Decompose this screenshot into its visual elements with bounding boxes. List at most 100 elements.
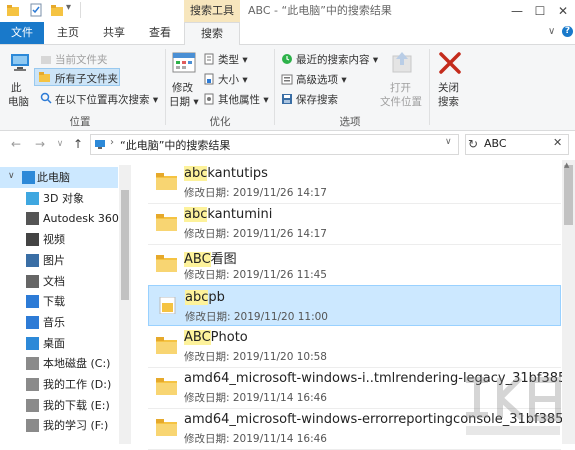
close-search-label-2[interactable]: 搜索: [438, 94, 459, 109]
sidebar-item[interactable]: 3D 对象: [0, 188, 120, 209]
close-search-icon[interactable]: [437, 50, 463, 76]
sidebar-item-label: 下载: [43, 295, 65, 309]
sidebar-item[interactable]: 桌面: [0, 333, 120, 354]
clear-search-icon[interactable]: ✕: [553, 136, 562, 149]
folder-icon: [159, 297, 176, 314]
properties-icon[interactable]: [29, 3, 43, 17]
size-button[interactable]: 大小 ▾: [218, 72, 248, 87]
video-icon: [26, 233, 39, 247]
save-search-button[interactable]: 保存搜索: [296, 92, 338, 107]
advanced-options-button[interactable]: 高级选项 ▾: [296, 72, 347, 87]
ribbon-group-divider: [165, 49, 166, 125]
collapse-ribbon-icon[interactable]: ∨: [548, 26, 555, 37]
close-window-button[interactable]: ✕: [551, 0, 575, 22]
sidebar-item[interactable]: 图片: [0, 250, 120, 271]
modified-date-label-1[interactable]: 修改: [172, 80, 193, 95]
match-highlight: ABC: [184, 330, 211, 345]
result-modified-date: 修改日期: 2019/11/20 11:00: [185, 311, 328, 323]
search-again-icon: [40, 92, 52, 104]
save-search-icon: [282, 94, 292, 104]
result-modified-date: 修改日期: 2019/11/14 16:46: [184, 392, 327, 404]
site-watermark-logo: [466, 375, 561, 435]
match-highlight: abc: [184, 207, 208, 222]
result-row[interactable]: abckantumini 修改日期: 2019/11/26 14:17: [148, 203, 561, 244]
sidebar-item[interactable]: 本地磁盘 (C:): [0, 353, 120, 374]
sidebar-item-label: 视频: [43, 233, 65, 247]
up-arrow-icon[interactable]: ↑: [70, 136, 86, 152]
ribbon-tab-bar: [0, 22, 575, 45]
sidebar-item[interactable]: 视频: [0, 229, 120, 250]
options-group-label: 选项: [339, 116, 361, 128]
result-name-rest: kantutips: [207, 166, 268, 181]
type-button[interactable]: 类型 ▾: [218, 52, 248, 67]
tab-home[interactable]: 主页: [50, 22, 86, 44]
subfolders-icon: [39, 72, 50, 82]
help-icon[interactable]: ?: [562, 26, 573, 37]
result-name: abckantumini: [184, 207, 272, 222]
tab-share[interactable]: 共享: [96, 22, 132, 44]
result-modified-date: 修改日期: 2019/11/26 14:17: [184, 187, 327, 199]
result-name-rest: Photo: [210, 330, 248, 345]
result-row[interactable]: ABC看图 修改日期: 2019/11/26 11:45: [148, 244, 561, 285]
this-pc-icon[interactable]: [8, 50, 32, 74]
breadcrumb-chevron-icon[interactable]: ›: [110, 137, 114, 148]
calendar-icon[interactable]: [171, 50, 197, 74]
folder-icon: [156, 419, 177, 436]
minimize-button[interactable]: —: [505, 0, 529, 22]
address-dropdown-icon[interactable]: ∨: [445, 137, 452, 147]
result-name-rest: 看图: [210, 252, 237, 267]
sidebar-item-label: 我的学习 (F:): [43, 419, 109, 433]
open-location-icon[interactable]: [389, 50, 415, 76]
drive-icon: [26, 398, 39, 412]
documents-icon: [26, 274, 39, 288]
tab-file[interactable]: 文件: [0, 22, 44, 44]
expand-chevron-icon[interactable]: ∨: [8, 171, 15, 181]
quick-access-dropdown-icon[interactable]: ▾: [66, 2, 71, 13]
explorer-folder-icon[interactable]: [6, 3, 20, 17]
close-search-label-1[interactable]: 关闭: [438, 80, 459, 95]
folder-icon: [156, 214, 177, 231]
result-row[interactable]: abckantutips 修改日期: 2019/11/26 14:17: [148, 162, 561, 203]
result-row[interactable]: abcpb 修改日期: 2019/11/20 11:00: [148, 285, 561, 326]
sidebar-item[interactable]: 文档: [0, 271, 120, 292]
scroll-up-icon[interactable]: ▲: [564, 161, 569, 169]
search-again-button[interactable]: 在以下位置再次搜索 ▾: [55, 92, 158, 107]
new-folder-icon[interactable]: [50, 3, 64, 17]
sidebar-item[interactable]: 下载: [0, 291, 120, 312]
tab-view[interactable]: 查看: [142, 22, 178, 44]
3d-objects-icon: [26, 191, 39, 205]
sidebar-item-label: 图片: [43, 253, 65, 267]
sidebar-item-label: 3D 对象: [43, 191, 84, 205]
refine-group-label: 优化: [209, 116, 231, 128]
drive-icon: [26, 419, 39, 433]
recent-locations-icon[interactable]: ∨: [52, 136, 68, 152]
match-highlight: abc: [185, 290, 209, 305]
other-properties-button[interactable]: 其他属性 ▾: [218, 92, 269, 107]
search-query-text[interactable]: ABC: [484, 137, 507, 150]
address-path[interactable]: “此电脑”中的搜索结果: [120, 137, 230, 153]
recent-searches-button[interactable]: 最近的搜索内容 ▾: [296, 52, 378, 67]
result-name-rest: kantumini: [207, 207, 273, 222]
sidebar-item[interactable]: Autodesk 360: [0, 208, 120, 229]
result-name: ABCPhoto: [184, 330, 248, 345]
sidebar-item-label: 此电脑: [37, 171, 70, 184]
current-folder-button[interactable]: 当前文件夹: [55, 52, 108, 67]
sidebar-item[interactable]: 我的下载 (E:): [0, 395, 120, 416]
sidebar-item-label: Autodesk 360: [43, 212, 119, 226]
result-row[interactable]: ABCPhoto 修改日期: 2019/11/20 10:58: [148, 326, 561, 367]
sidebar-item[interactable]: 我的学习 (F:): [0, 415, 120, 436]
maximize-button[interactable]: ☐: [528, 0, 552, 22]
results-scroll-thumb[interactable]: [564, 165, 573, 225]
sidebar-item[interactable]: 我的工作 (D:): [0, 374, 120, 395]
tab-search[interactable]: 搜索: [184, 22, 240, 45]
match-highlight: ABC: [184, 252, 211, 267]
nav-pane-scroll-thumb[interactable]: [121, 190, 129, 300]
modified-date-label-2[interactable]: 日期 ▾: [169, 94, 199, 109]
sidebar-item[interactable]: 此电脑: [0, 167, 120, 188]
folder-icon: [156, 255, 177, 272]
refresh-icon[interactable]: ↻: [468, 136, 480, 152]
forward-arrow-icon[interactable]: →: [32, 136, 48, 152]
result-name-rest: pb: [208, 290, 225, 305]
sidebar-item[interactable]: 音乐: [0, 312, 120, 333]
back-arrow-icon[interactable]: ←: [8, 136, 24, 152]
